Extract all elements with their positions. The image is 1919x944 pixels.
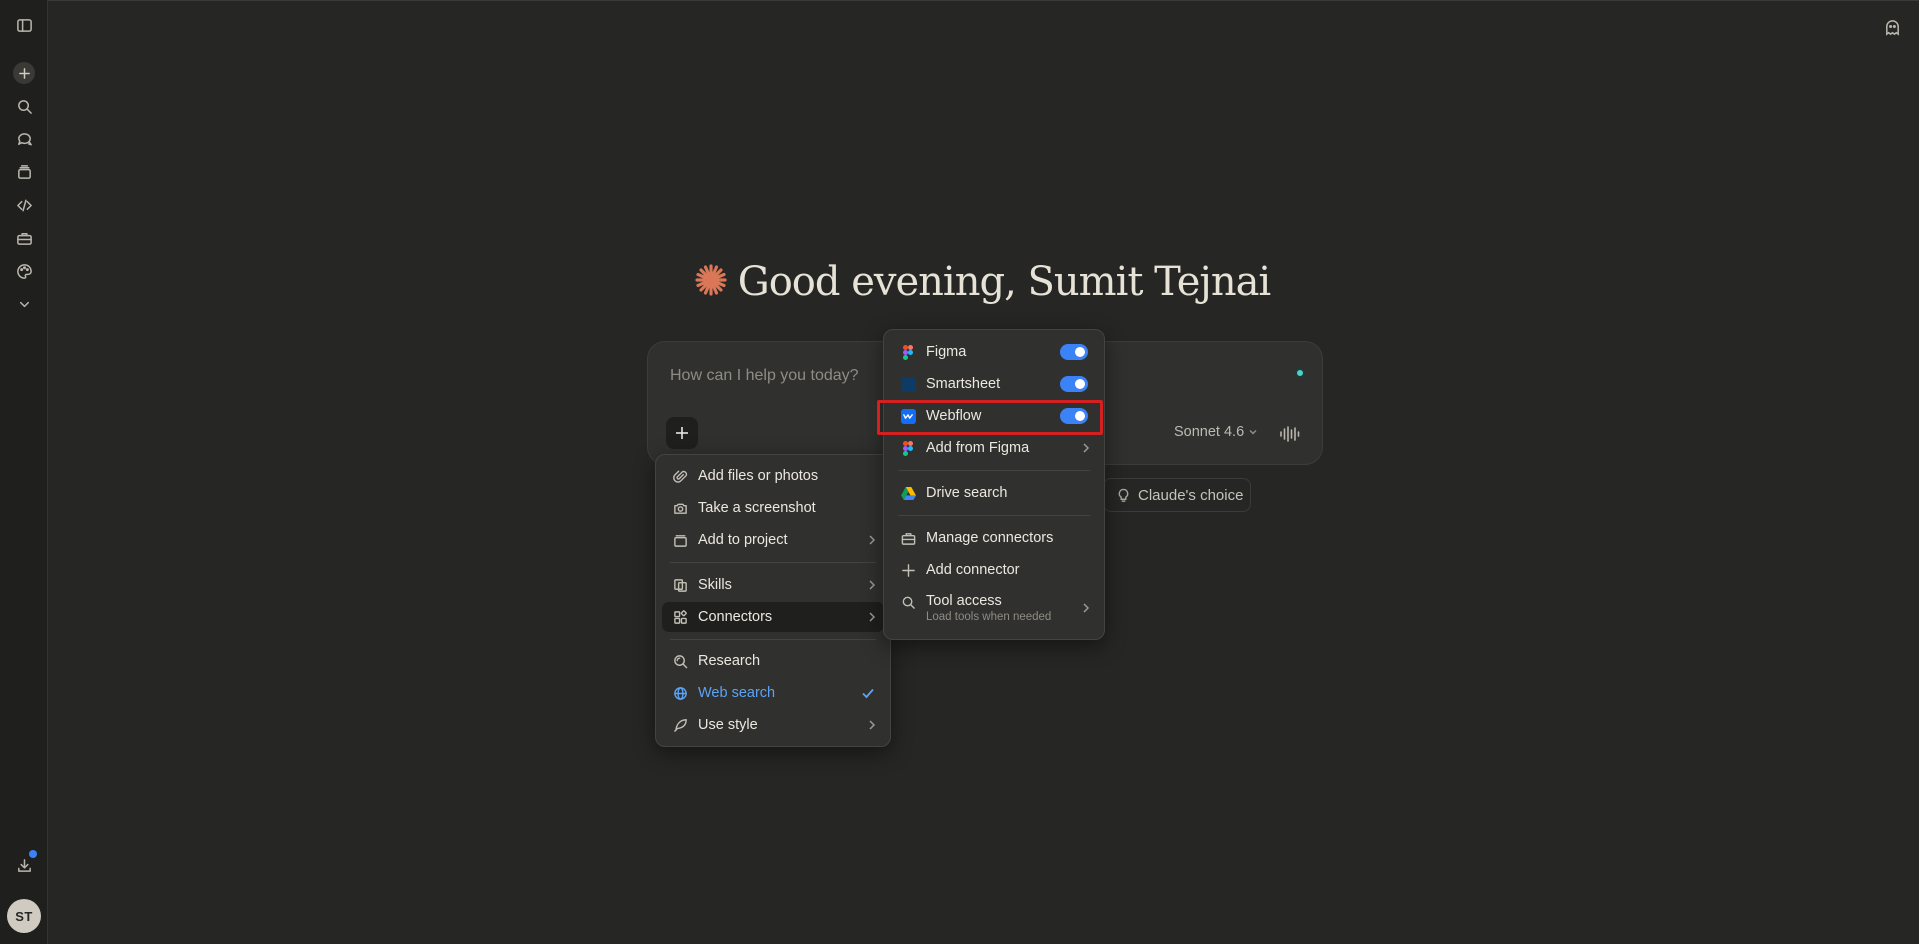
waveform-icon <box>1280 426 1300 442</box>
figma-icon <box>899 439 917 457</box>
chip-label: Claude's choice <box>1138 486 1244 504</box>
globe-icon <box>671 684 689 702</box>
chevron-down-icon <box>1249 429 1257 435</box>
lightbulb-icon <box>1118 488 1129 502</box>
connectors-icon <box>671 608 689 626</box>
menu-item-screenshot[interactable]: Take a screenshot <box>662 493 884 523</box>
add-content-button[interactable] <box>666 417 698 449</box>
chevron-right-icon <box>1082 602 1090 614</box>
search-icon <box>899 593 917 611</box>
webflow-toggle[interactable] <box>1060 408 1088 424</box>
quill-icon <box>671 716 689 734</box>
chevron-right-icon <box>868 579 876 591</box>
connector-drive-search[interactable]: Drive search <box>890 478 1098 508</box>
search-icon[interactable] <box>10 92 38 120</box>
plus-icon <box>676 427 688 439</box>
new-chat-button[interactable] <box>10 59 38 87</box>
menu-item-web-search[interactable]: Web search <box>662 678 884 708</box>
menu-item-add-files[interactable]: Add files or photos <box>662 461 884 491</box>
menu-divider <box>898 515 1090 516</box>
toolbox-icon[interactable] <box>10 224 38 252</box>
chevron-right-icon <box>868 611 876 623</box>
webflow-icon <box>899 407 917 425</box>
camera-icon <box>671 499 689 517</box>
project-icon <box>671 531 689 549</box>
menu-divider <box>898 470 1090 471</box>
model-selector[interactable]: Sonnet 4.6 <box>1174 424 1258 440</box>
menu-item-skills[interactable]: Skills <box>662 570 884 600</box>
greeting: Good evening, Sumit Tejnai <box>0 252 1919 312</box>
figma-icon <box>899 343 917 361</box>
voice-mode-button[interactable] <box>1278 422 1302 446</box>
claude-sparkle-icon <box>694 263 728 302</box>
chevron-right-icon <box>868 534 876 546</box>
tool-access-text: Tool access Load tools when needed <box>926 593 1052 623</box>
suggestion-chip[interactable]: Claude's choice <box>1103 478 1251 512</box>
code-icon[interactable] <box>10 191 38 219</box>
google-drive-icon <box>899 484 917 502</box>
sidebar: ST <box>0 0 48 944</box>
menu-item-add-to-project[interactable]: Add to project <box>662 525 884 555</box>
status-dot <box>1295 368 1305 378</box>
skills-icon <box>671 576 689 594</box>
window-top-border <box>0 0 1919 1</box>
plus-menu: Add files or photos Take a screenshot Ad… <box>655 454 891 747</box>
greeting-text: Good evening, Sumit Tejnai <box>737 259 1271 305</box>
connectors-menu: Figma Smartsheet Webflow Add from Figma <box>883 329 1105 640</box>
chevron-right-icon <box>868 719 876 731</box>
smartsheet-icon <box>899 375 917 393</box>
ghost-icon[interactable] <box>1880 15 1904 39</box>
chats-icon[interactable] <box>10 125 38 153</box>
menu-item-connectors[interactable]: Connectors <box>662 602 884 632</box>
figma-toggle[interactable] <box>1060 344 1088 360</box>
connector-webflow[interactable]: Webflow <box>890 401 1098 431</box>
add-connector[interactable]: Add connector <box>890 555 1098 585</box>
manage-connectors[interactable]: Manage connectors <box>890 523 1098 553</box>
menu-item-use-style[interactable]: Use style <box>662 710 884 740</box>
toolbox-icon <box>899 529 917 547</box>
paperclip-icon <box>671 467 689 485</box>
smartsheet-toggle[interactable] <box>1060 376 1088 392</box>
checkmark-icon <box>861 686 875 700</box>
chevron-right-icon <box>1082 442 1090 454</box>
model-name: Sonnet 4.6 <box>1174 424 1245 440</box>
notification-dot <box>29 850 37 858</box>
research-icon <box>671 652 689 670</box>
menu-divider <box>670 639 876 640</box>
avatar[interactable]: ST <box>7 899 41 933</box>
menu-divider <box>670 562 876 563</box>
connector-figma[interactable]: Figma <box>890 337 1098 367</box>
connector-smartsheet[interactable]: Smartsheet <box>890 369 1098 399</box>
projects-icon[interactable] <box>10 158 38 186</box>
tool-access[interactable]: Tool access Load tools when needed <box>890 587 1098 629</box>
menu-item-research[interactable]: Research <box>662 646 884 676</box>
plus-icon <box>13 62 35 84</box>
sidebar-toggle-icon[interactable] <box>10 11 38 39</box>
plus-icon <box>899 561 917 579</box>
connector-add-from-figma[interactable]: Add from Figma <box>890 433 1098 463</box>
